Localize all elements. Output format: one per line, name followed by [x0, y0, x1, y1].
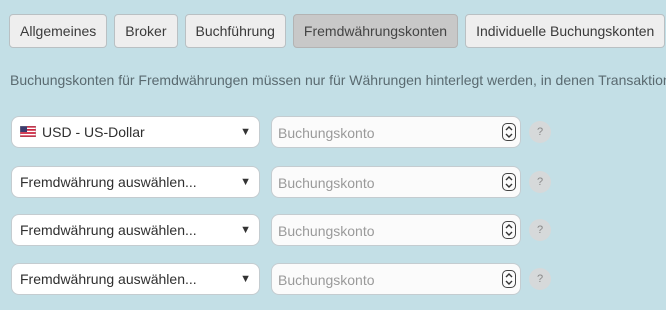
account-field[interactable]: [271, 214, 521, 247]
help-icon[interactable]: ?: [529, 268, 551, 290]
account-input[interactable]: [276, 215, 495, 247]
us-flag-icon: [19, 117, 37, 147]
currency-account-row: USD - US-Dollar ▼ ?: [11, 116, 571, 149]
stepper-icon[interactable]: [502, 123, 516, 141]
account-input[interactable]: [276, 264, 495, 296]
currency-account-row: Fremdwährung auswählen... ▼ ?: [11, 214, 571, 247]
currency-select-value: Fremdwährung auswählen...: [20, 271, 197, 287]
currency-select[interactable]: USD - US-Dollar ▼: [11, 116, 260, 148]
caret-down-icon: ▼: [240, 224, 251, 236]
currency-account-row: Fremdwährung auswählen... ▼ ?: [11, 263, 571, 296]
tab-broker[interactable]: Broker: [114, 14, 178, 48]
account-input[interactable]: [276, 167, 495, 199]
help-icon[interactable]: ?: [529, 219, 551, 241]
currency-select[interactable]: Fremdwährung auswählen... ▼: [11, 166, 260, 198]
currency-select-value: USD - US-Dollar: [42, 124, 145, 140]
stepper-icon[interactable]: [502, 270, 516, 288]
help-icon[interactable]: ?: [529, 121, 551, 143]
caret-down-icon: ▼: [240, 273, 251, 285]
account-input[interactable]: [276, 117, 495, 149]
account-field[interactable]: [271, 116, 521, 149]
tab-individuelle-buchungskonten[interactable]: Individuelle Buchungskonten: [465, 14, 666, 48]
currency-select[interactable]: Fremdwährung auswählen... ▼: [11, 263, 260, 295]
intro-text: Buchungskonten für Fremdwährungen müssen…: [10, 72, 666, 88]
tab-fremdwaehrungskonten[interactable]: Fremdwährungskonten: [292, 14, 459, 48]
currency-select-value: Fremdwährung auswählen...: [20, 174, 197, 190]
caret-down-icon: ▼: [240, 176, 251, 188]
currency-select-value: Fremdwährung auswählen...: [20, 222, 197, 238]
caret-down-icon: ▼: [240, 126, 251, 138]
tab-bar: Allgemeines Broker Buchführung Fremdwähr…: [9, 14, 666, 48]
account-field[interactable]: [271, 166, 521, 199]
tab-buchfuehrung[interactable]: Buchführung: [184, 14, 286, 48]
stepper-icon[interactable]: [502, 173, 516, 191]
stepper-icon[interactable]: [502, 221, 516, 239]
account-field[interactable]: [271, 263, 521, 296]
help-icon[interactable]: ?: [529, 171, 551, 193]
currency-account-row: Fremdwährung auswählen... ▼ ?: [11, 166, 571, 199]
tab-allgemeines[interactable]: Allgemeines: [9, 14, 108, 48]
currency-select[interactable]: Fremdwährung auswählen... ▼: [11, 214, 260, 246]
